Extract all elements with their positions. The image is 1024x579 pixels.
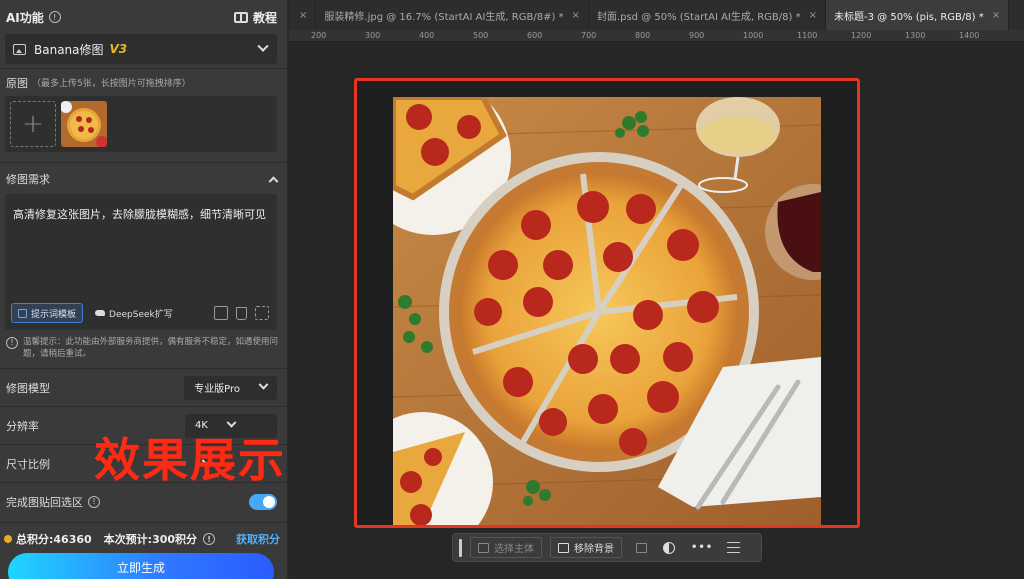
expand-icon[interactable] bbox=[255, 306, 269, 320]
paste-back-toggle[interactable] bbox=[249, 493, 277, 510]
remove-background-button[interactable]: 移除背景 bbox=[550, 537, 622, 558]
original-label: 原图 bbox=[6, 76, 28, 90]
resolution-label: 分辨率 bbox=[6, 419, 39, 433]
person-icon bbox=[478, 542, 489, 553]
remove-background-label: 移除背景 bbox=[574, 544, 614, 555]
panel-title: AI功能 bbox=[6, 10, 44, 25]
tab-label: 服装精修.jpg @ 16.7% (StartAI AI生成, RGB/8#) … bbox=[324, 11, 564, 23]
history-icon[interactable] bbox=[214, 306, 228, 320]
ruler-tick-label: 1000 bbox=[743, 31, 764, 40]
warning-icon: ! bbox=[6, 337, 18, 349]
close-icon[interactable]: × bbox=[992, 10, 1000, 21]
requirement-section-header[interactable]: 修图需求 bbox=[0, 162, 287, 194]
model-name: Banana修图 bbox=[34, 42, 104, 57]
chevron-down-icon bbox=[257, 40, 269, 52]
image-icon bbox=[13, 43, 26, 55]
paste-back-label: 完成图贴回选区 bbox=[6, 495, 83, 509]
notice: ! 温馨提示：此功能由外部服务商提供，偶有服务不稳定，如遇使用问题，请稍后重试。 bbox=[0, 330, 287, 360]
overlay-caption: 效果展示 bbox=[94, 433, 286, 487]
panel-header: AI功能 ! 教程 bbox=[0, 0, 287, 34]
chevron-up-icon bbox=[268, 176, 279, 187]
deepseek-icon bbox=[95, 310, 106, 316]
prompt-template-label: 提示词模板 bbox=[31, 309, 77, 320]
ruler-tick-label: 600 bbox=[527, 31, 543, 40]
ruler-tick-label: 400 bbox=[419, 31, 435, 40]
ruler-tick-label: 700 bbox=[581, 31, 597, 40]
horizontal-ruler: 200 300 400 500 600 700 800 900 1000 1100 1200 1300… bbox=[289, 30, 1024, 42]
adjustment-icon[interactable] bbox=[663, 541, 675, 554]
requirement-toolbar: 提示词模板 DeepSeek扩写 bbox=[11, 302, 269, 324]
close-icon[interactable]: × bbox=[809, 10, 817, 21]
pizza-thumbnail-image bbox=[61, 101, 107, 147]
drag-handle[interactable] bbox=[459, 538, 462, 557]
original-section-header: 原图 （最多上传5张，长按图片可拖拽排序） bbox=[0, 68, 287, 92]
model-setting-label: 修图模型 bbox=[6, 381, 50, 395]
model-setting-select[interactable]: 专业版Pro bbox=[184, 375, 277, 400]
deepseek-label: DeepSeek扩写 bbox=[109, 309, 173, 320]
document-tab[interactable]: 封面.psd @ 50% (StartAI AI生成, RGB/8) * × bbox=[589, 0, 826, 30]
info-icon[interactable]: ! bbox=[88, 495, 100, 508]
model-selector[interactable]: Banana修图 V3 bbox=[5, 34, 277, 64]
contextual-task-bar: 选择主体 移除背景 ••• bbox=[452, 533, 762, 562]
estimated-cost: 本次预计:300积分 bbox=[103, 533, 198, 546]
image-icon bbox=[558, 542, 569, 553]
document-tab[interactable]: × bbox=[289, 0, 317, 30]
document-tab-active[interactable]: 未标题-3 @ 50% (pis, RGB/8) * × bbox=[826, 0, 1010, 30]
ruler-tick-label: 1400 bbox=[959, 31, 980, 40]
prompt-template-button[interactable]: 提示词模板 bbox=[11, 303, 84, 323]
ruler-tick-label: 1200 bbox=[851, 31, 872, 40]
tutorial-link[interactable]: 教程 bbox=[233, 9, 277, 26]
ai-panel: AI功能 ! 教程 Banana修图 V3 原图 （最多上传5张，长按图片可拖拽… bbox=[0, 0, 288, 579]
tab-label: 未标题-3 @ 50% (pis, RGB/8) * bbox=[834, 11, 984, 23]
ruler-tick-label: 900 bbox=[689, 31, 705, 40]
document-tabs: × 服装精修.jpg @ 16.7% (StartAI AI生成, RGB/8#… bbox=[289, 0, 1024, 30]
document-tab[interactable]: 服装精修.jpg @ 16.7% (StartAI AI生成, RGB/8#) … bbox=[316, 0, 589, 30]
add-image-button[interactable]: + bbox=[10, 101, 56, 147]
transform-icon[interactable] bbox=[636, 542, 647, 553]
tab-label: 封面.psd @ 50% (StartAI AI生成, RGB/8) * bbox=[596, 11, 801, 23]
credits-row: 总积分:46360 本次预计:300积分 ! 获取积分 bbox=[0, 523, 287, 547]
info-icon[interactable]: ! bbox=[203, 533, 216, 545]
chevron-down-icon bbox=[258, 379, 269, 390]
get-credits-link[interactable]: 获取积分 bbox=[236, 531, 280, 547]
select-subject-label: 选择主体 bbox=[494, 544, 534, 555]
ruler-tick-label: 500 bbox=[473, 31, 489, 40]
notice-text: 温馨提示：此功能由外部服务商提供，偶有服务不稳定，如遇使用问题，请稍后重试。 bbox=[23, 337, 279, 359]
ruler-tick-label: 200 bbox=[311, 31, 327, 40]
close-icon[interactable]: × bbox=[572, 10, 580, 21]
trash-icon[interactable] bbox=[236, 306, 247, 320]
ruler-tick-label: 1300 bbox=[905, 31, 926, 40]
original-images: + bbox=[5, 96, 277, 152]
tutorial-label: 教程 bbox=[252, 10, 277, 25]
total-credits: 总积分:46360 bbox=[16, 533, 92, 546]
model-setting-value: 专业版Pro bbox=[194, 384, 240, 395]
requirement-text[interactable]: 高清修复这张图片，去除朦胧模糊感，细节清晰可见 bbox=[5, 194, 277, 235]
ruler-tick-label: 1100 bbox=[797, 31, 818, 40]
template-icon bbox=[18, 308, 27, 318]
deepseek-expand-button[interactable]: DeepSeek扩写 bbox=[91, 303, 177, 323]
book-icon bbox=[233, 11, 248, 23]
select-subject-button[interactable]: 选择主体 bbox=[470, 537, 542, 558]
ruler-tick-label: 300 bbox=[365, 31, 381, 40]
info-icon[interactable]: ! bbox=[48, 11, 61, 23]
close-icon[interactable]: × bbox=[299, 10, 307, 21]
more-options-icon[interactable]: ••• bbox=[691, 542, 713, 553]
model-setting-row: 修图模型 专业版Pro bbox=[0, 368, 287, 406]
selection-highlight-frame bbox=[354, 78, 860, 528]
requirement-label: 修图需求 bbox=[6, 172, 50, 186]
ruler-tick-label: 800 bbox=[635, 31, 651, 40]
model-version: V3 bbox=[109, 42, 128, 56]
generate-button[interactable]: 立即生成 bbox=[8, 553, 274, 579]
settings-sliders-icon[interactable] bbox=[727, 542, 741, 553]
panel-footer: 总积分:46360 本次预计:300积分 ! 获取积分 立即生成 bbox=[0, 522, 287, 579]
app-window: AI功能 ! 教程 Banana修图 V3 原图 （最多上传5张，长按图片可拖拽… bbox=[0, 0, 1024, 579]
requirement-input[interactable]: 高清修复这张图片，去除朦胧模糊感，细节清晰可见 提示词模板 DeepSeek扩写 bbox=[5, 194, 277, 330]
coin-icon bbox=[4, 535, 12, 543]
image-thumbnail[interactable] bbox=[61, 101, 107, 147]
original-hint: （最多上传5张，长按图片可拖拽排序） bbox=[32, 79, 191, 89]
ratio-label: 尺寸比例 bbox=[6, 457, 50, 471]
